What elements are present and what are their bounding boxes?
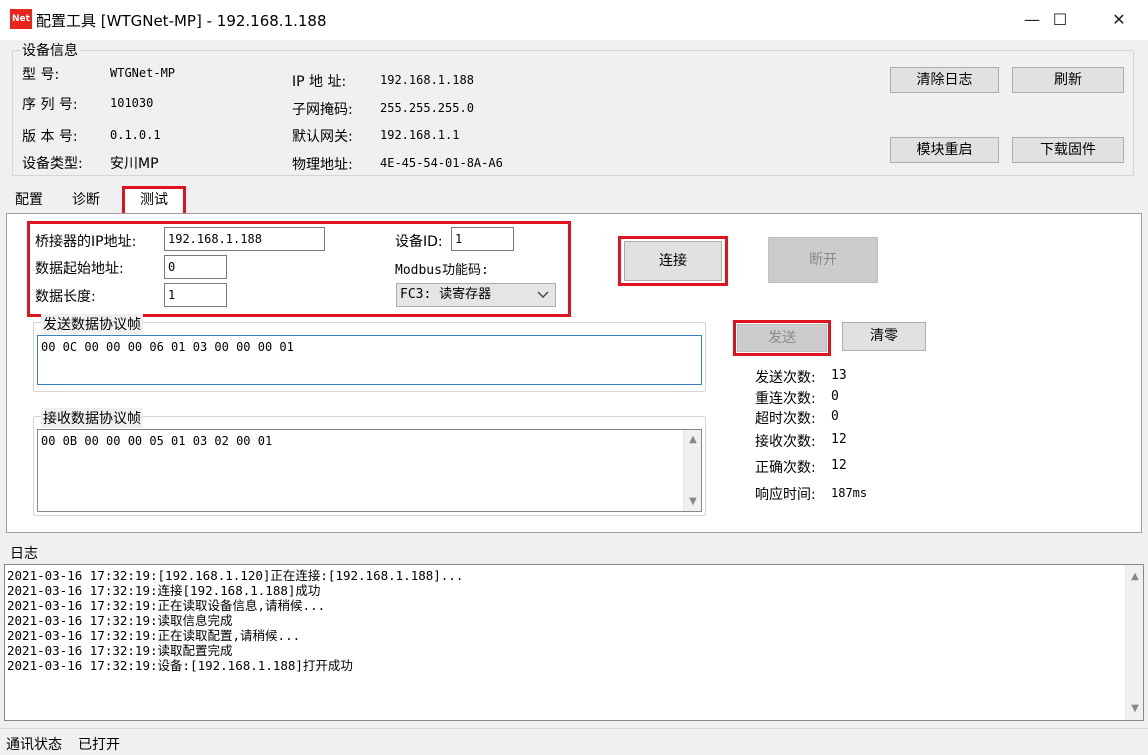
scroll-up-arrow-icon[interactable]: ▲ [1127,571,1143,582]
stat-label: 重连次数: [755,391,816,407]
modbus-fc-label: Modbus功能码: [395,263,489,278]
chevron-down-icon [537,291,549,298]
bridge-ip-input[interactable]: 192.168.1.188 [164,227,325,251]
scroll-up-arrow-icon[interactable]: ▲ [685,434,701,445]
title-bar: Net 配置工具 [WTGNet-MP] - 192.168.1.188 — ☐… [0,0,1148,40]
disconnect-button[interactable]: 断开 [768,237,878,283]
stat-value: 12 [831,458,847,473]
stat-label: 超时次数: [755,411,816,427]
modbus-fc-select[interactable]: FC3: 读寄存器 [396,283,556,307]
type-value: 安川MP [110,156,159,172]
version-label: 版 本 号: [22,129,78,145]
download-firmware-button[interactable]: 下载固件 [1012,137,1124,163]
scroll-down-arrow-icon[interactable]: ▼ [1127,703,1143,714]
mac-label: 物理地址: [292,157,353,173]
send-frame-text: 00 0C 00 00 00 06 01 03 00 00 00 01 [41,340,294,354]
clear-counters-button[interactable]: 清零 [842,322,926,351]
send-frame-textarea[interactable]: 00 0C 00 00 00 06 01 03 00 00 00 01 [37,335,702,385]
log-lines: 2021-03-16 17:32:19:[192.168.1.120]正在连接:… [5,565,1143,676]
log-line: 2021-03-16 17:32:19:正在读取设备信息,请稍候... [7,598,326,613]
serial-label: 序 列 号: [22,97,78,113]
tab-config[interactable]: 配置 [6,186,52,214]
serial-value: 101030 [110,96,154,110]
stat-label: 正确次数: [755,460,816,476]
status-value: 已打开 [78,737,120,753]
maximize-icon[interactable]: ☐ [1031,0,1089,40]
ip-value: 192.168.1.188 [380,73,474,87]
model-label: 型 号: [22,67,60,83]
log-line: 2021-03-16 17:32:19:正在读取配置,请稍候... [7,628,301,643]
log-line: 2021-03-16 17:32:19:[192.168.1.120]正在连接:… [7,568,464,583]
log-line: 2021-03-16 17:32:19:设备:[192.168.1.188]打开… [7,658,353,673]
log-title: 日志 [10,546,38,562]
data-length-input[interactable]: 1 [164,283,227,307]
close-icon[interactable]: ✕ [1090,0,1148,40]
recv-scrollbar[interactable]: ▲ ▼ [683,430,701,511]
modbus-fc-value: FC3: 读寄存器 [400,287,492,302]
log-textarea[interactable]: 2021-03-16 17:32:19:[192.168.1.120]正在连接:… [4,564,1144,721]
send-button[interactable]: 发送 [737,324,827,352]
connect-button[interactable]: 连接 [624,241,722,281]
tab-diagnose[interactable]: 诊断 [62,186,110,214]
send-frame-title: 发送数据协议帧 [41,314,143,334]
version-value: 0.1.0.1 [110,128,161,142]
refresh-button[interactable]: 刷新 [1012,67,1124,93]
log-line: 2021-03-16 17:32:19:读取配置完成 [7,643,233,658]
device-id-label: 设备ID: [395,234,443,250]
stat-value: 187ms [831,486,868,500]
log-line: 2021-03-16 17:32:19:连接[192.168.1.188]成功 [7,583,321,598]
stat-value: 0 [831,409,839,424]
gateway-label: 默认网关: [292,129,353,145]
mask-label: 子网掩码: [292,102,353,118]
tab-test[interactable]: 测试 [122,186,186,214]
stat-label: 响应时间: [755,487,816,503]
restart-module-button[interactable]: 模块重启 [890,137,999,163]
bridge-ip-label: 桥接器的IP地址: [35,234,137,250]
status-bar: 通讯状态 已打开 [0,728,1148,755]
log-line: 2021-03-16 17:32:19:读取信息完成 [7,613,233,628]
clear-log-button[interactable]: 清除日志 [890,67,999,93]
recv-frame-textarea[interactable]: 00 0B 00 00 00 05 01 03 02 00 01 ▲ ▼ [37,429,702,512]
stat-value: 12 [831,432,847,447]
window-title: 配置工具 [WTGNet-MP] - 192.168.1.188 [36,12,327,30]
device-info-title: 设备信息 [20,40,80,60]
stat-value: 0 [831,389,839,404]
log-scrollbar[interactable]: ▲ ▼ [1125,565,1143,720]
app-icon: Net [10,9,32,29]
model-value: WTGNet-MP [110,66,176,80]
stat-label: 接收次数: [755,434,816,450]
recv-frame-text: 00 0B 00 00 00 05 01 03 02 00 01 [41,434,273,448]
gateway-value: 192.168.1.1 [380,128,460,142]
scroll-down-arrow-icon[interactable]: ▼ [685,496,701,507]
mac-value: 4E-45-54-01-8A-A6 [380,156,503,170]
mask-value: 255.255.255.0 [380,101,474,115]
ip-label: IP 地 址: [292,74,347,90]
data-length-label: 数据长度: [35,289,96,305]
stat-label: 发送次数: [755,370,816,386]
type-label: 设备类型: [22,156,83,172]
device-id-input[interactable]: 1 [451,227,514,251]
start-address-input[interactable]: 0 [164,255,227,279]
status-label: 通讯状态 [6,737,62,753]
start-address-label: 数据起始地址: [35,261,124,277]
recv-frame-title: 接收数据协议帧 [41,408,143,428]
stat-value: 13 [831,368,847,383]
